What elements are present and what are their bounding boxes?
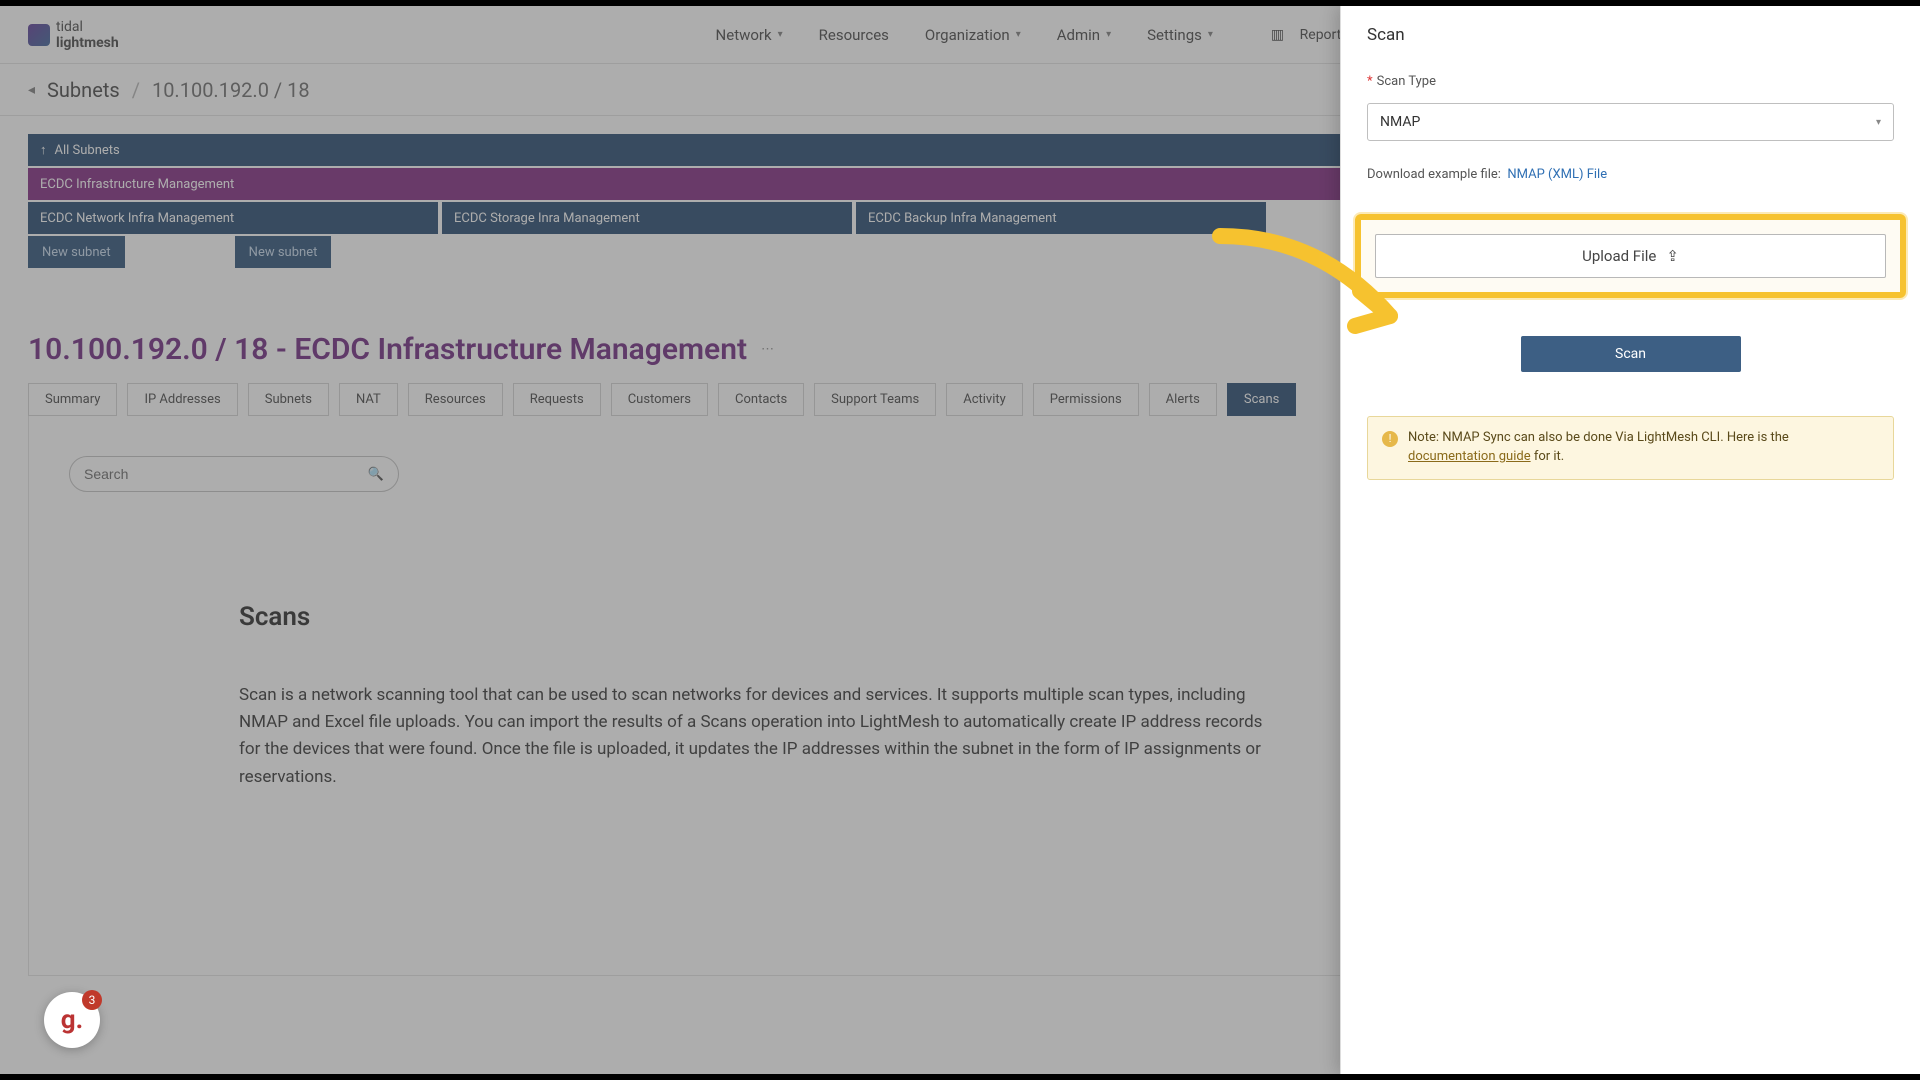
help-widget[interactable]: g. 3	[44, 992, 100, 1048]
tab-scans[interactable]: Scans	[1227, 383, 1296, 416]
tab-customers[interactable]: Customers	[611, 383, 708, 416]
upload-file-button[interactable]: Upload File ⇪	[1375, 234, 1886, 278]
nav-reports[interactable]: ▥ Reports	[1271, 27, 1349, 43]
breadcrumb-root[interactable]: Subnets	[47, 78, 120, 102]
chevron-down-icon: ▾	[1016, 29, 1021, 40]
help-widget-count: 3	[82, 990, 102, 1010]
nav-settings[interactable]: Settings▾	[1147, 26, 1213, 44]
search-field-wrap[interactable]: 🔍	[69, 456, 399, 492]
main-menu: Network▾ Resources Organization▾ Admin▾ …	[716, 26, 1213, 44]
documentation-link[interactable]: documentation guide	[1408, 449, 1531, 464]
tab-requests[interactable]: Requests	[513, 383, 601, 416]
help-widget-icon: g.	[61, 1005, 83, 1035]
tab-contacts[interactable]: Contacts	[718, 383, 804, 416]
breadcrumb-sep: /	[132, 78, 140, 102]
chevron-down-icon: ▾	[1208, 29, 1213, 40]
title-actions-menu[interactable]: ⋯	[761, 342, 774, 357]
tab-support-teams[interactable]: Support Teams	[814, 383, 936, 416]
logo-text: tidallightmesh	[56, 19, 119, 51]
scan-type-value: NMAP	[1380, 114, 1420, 130]
tab-subnets[interactable]: Subnets	[248, 383, 329, 416]
new-subnet-button[interactable]: New subnet	[235, 236, 332, 268]
chevron-down-icon: ▾	[778, 29, 783, 40]
chevron-down-icon: ▾	[1106, 29, 1111, 40]
tab-summary[interactable]: Summary	[28, 383, 117, 416]
tab-alerts[interactable]: Alerts	[1149, 383, 1217, 416]
upload-icon: ⇪	[1666, 247, 1679, 265]
upload-highlight: Upload File ⇪	[1355, 214, 1906, 298]
scan-type-select[interactable]: NMAP ▾	[1367, 103, 1894, 141]
sidepanel-title: Scan	[1341, 6, 1920, 64]
scans-description: Scan is a network scanning tool that can…	[239, 682, 1269, 791]
tab-ip-addresses[interactable]: IP Addresses	[127, 383, 237, 416]
chart-icon: ▥	[1271, 27, 1284, 43]
up-arrow-icon: ↑	[40, 142, 47, 158]
page-title: 10.100.192.0 / 18 - ECDC Infrastructure …	[28, 332, 747, 367]
download-example-row: Download example file: NMAP (XML) File	[1367, 167, 1894, 182]
nav-network[interactable]: Network▾	[716, 26, 783, 44]
tab-nat[interactable]: NAT	[339, 383, 398, 416]
scans-heading: Scans	[239, 602, 1269, 632]
tree-child-subnet[interactable]: ECDC Backup Infra Management	[856, 202, 1266, 234]
nav-organization[interactable]: Organization▾	[925, 26, 1021, 44]
tab-activity[interactable]: Activity	[946, 383, 1023, 416]
nav-resources[interactable]: Resources	[819, 26, 889, 44]
search-input[interactable]	[84, 466, 368, 482]
scan-sidepanel: Scan *Scan Type NMAP ▾ Download example …	[1340, 6, 1920, 1074]
logo[interactable]: tidallightmesh	[28, 19, 119, 51]
breadcrumb-current: 10.100.192.0 / 18	[152, 78, 310, 102]
logo-icon	[28, 24, 50, 46]
tree-child-subnet[interactable]: ECDC Network Infra Management	[28, 202, 438, 234]
tab-permissions[interactable]: Permissions	[1033, 383, 1139, 416]
chevron-down-icon: ▾	[1876, 117, 1881, 128]
scan-button[interactable]: Scan	[1521, 336, 1741, 372]
warning-icon: !	[1382, 431, 1398, 447]
back-caret-icon[interactable]: ◂	[28, 82, 35, 98]
nav-admin[interactable]: Admin▾	[1057, 26, 1111, 44]
scan-type-label: *Scan Type	[1367, 74, 1894, 89]
download-example-link[interactable]: NMAP (XML) File	[1507, 167, 1607, 182]
note-box: ! Note: NMAP Sync can also be done Via L…	[1367, 416, 1894, 480]
tree-child-subnet[interactable]: ECDC Storage Inra Management	[442, 202, 852, 234]
new-subnet-button[interactable]: New subnet	[28, 236, 125, 268]
search-icon: 🔍	[368, 467, 384, 482]
tab-resources[interactable]: Resources	[408, 383, 503, 416]
